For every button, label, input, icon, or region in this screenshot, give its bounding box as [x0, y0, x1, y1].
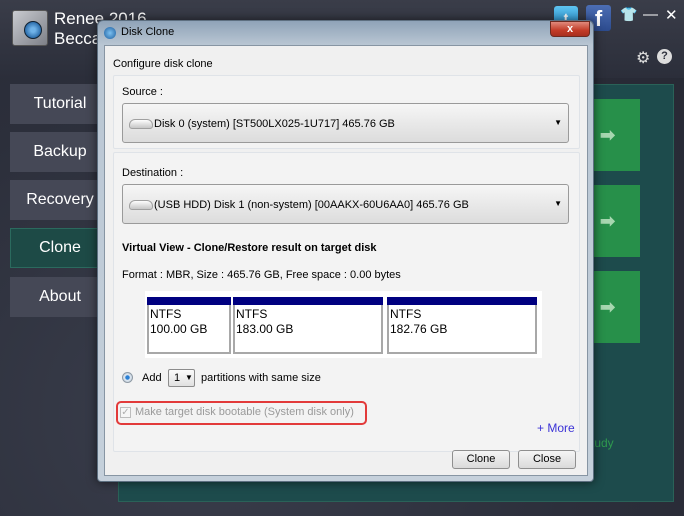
arrow-right-icon: ➡: [600, 125, 616, 145]
partition-block[interactable]: NTFS 183.00 GB: [233, 297, 383, 354]
partition-header-bar: [233, 297, 383, 305]
source-disk-select[interactable]: Disk 0 (system) [ST500LX025-1U717] 465.7…: [122, 103, 569, 143]
checkmark-icon: ✓: [121, 407, 130, 418]
sidebar-item-label: About: [39, 288, 81, 305]
sidebar-item-clone[interactable]: Clone: [10, 228, 110, 268]
partition-fs: NTFS: [236, 307, 268, 321]
partition-header-bar: [387, 297, 537, 305]
partition-fs: NTFS: [150, 307, 182, 321]
partition-size: 183.00 GB: [236, 322, 294, 336]
safe-dial-icon: [24, 21, 42, 39]
gear-icon: ⚙: [636, 50, 651, 67]
partition-map: NTFS 100.00 GB NTFS 183.00 GB NTFS 182.7…: [145, 291, 542, 358]
help-icon: ?: [661, 50, 668, 62]
sidebar-item-label: Backup: [33, 143, 87, 160]
skin-button[interactable]: 👕: [620, 6, 637, 23]
add-label: Add: [142, 372, 162, 384]
close-icon: ✕: [665, 7, 678, 24]
sidebar-item-recovery[interactable]: Recovery: [10, 180, 110, 220]
close-button[interactable]: Close: [518, 450, 576, 469]
bootable-checkbox[interactable]: ✓: [120, 407, 131, 418]
app-close-button[interactable]: ✕: [665, 6, 678, 24]
partition-header-bar: [147, 297, 231, 305]
sidebar-item-tutorial[interactable]: Tutorial: [10, 84, 110, 124]
virtual-view-title: Virtual View - Clone/Restore result on t…: [122, 242, 377, 254]
arrow-right-icon: ➡: [600, 211, 616, 231]
add-partitions-radio[interactable]: [122, 372, 133, 383]
partition-block[interactable]: NTFS 182.76 GB: [387, 297, 537, 354]
chevron-down-icon: ▼: [185, 373, 193, 382]
partition-fs: NTFS: [390, 307, 422, 321]
source-disk-value: Disk 0 (system) [ST500LX025-1U717] 465.7…: [154, 118, 395, 130]
chevron-down-icon: ▼: [554, 118, 562, 127]
sidebar-item-label: Recovery: [26, 191, 94, 208]
app-logo-icon: [12, 10, 48, 46]
sidebar-item-label: Clone: [39, 239, 81, 256]
partitions-same-size-label: partitions with same size: [201, 372, 321, 384]
partition-size: 182.76 GB: [390, 322, 448, 336]
clone-button[interactable]: Clone: [452, 450, 510, 469]
dialog-heading: Configure disk clone: [113, 58, 213, 70]
help-button[interactable]: ?: [657, 49, 672, 64]
target-disk-info: Format : MBR, Size : 465.76 GB, Free spa…: [122, 269, 401, 281]
partition-count-select[interactable]: 1 ▼: [168, 369, 195, 387]
dialog-app-icon: [104, 27, 116, 39]
partition-block[interactable]: NTFS 100.00 GB: [147, 297, 231, 354]
dialog-title: Disk Clone: [121, 26, 175, 38]
sidebar-item-label: Tutorial: [33, 95, 87, 112]
arrow-right-icon: ➡: [600, 297, 616, 317]
sidebar-item-backup[interactable]: Backup: [10, 132, 110, 172]
source-label: Source :: [122, 86, 163, 98]
destination-disk-value: (USB HDD) Disk 1 (non-system) [00AAKX-60…: [154, 199, 469, 211]
minimize-icon: —: [643, 6, 658, 23]
settings-button[interactable]: ⚙: [636, 48, 650, 68]
destination-label: Destination :: [122, 167, 184, 179]
facebook-icon: f: [594, 6, 603, 31]
dialog-close-button[interactable]: x: [550, 21, 590, 37]
dialog-body: Configure disk clone Source : Disk 0 (sy…: [104, 45, 588, 476]
chevron-down-icon: ▼: [554, 199, 562, 208]
disk-clone-dialog: Disk Clone x Configure disk clone Source…: [97, 20, 594, 482]
sidebar-item-about[interactable]: About: [10, 277, 110, 317]
minimize-button[interactable]: —: [643, 6, 658, 23]
destination-disk-select[interactable]: (USB HDD) Disk 1 (non-system) [00AAKX-60…: [122, 184, 569, 224]
more-options-link[interactable]: + More: [537, 421, 575, 435]
shirt-icon: 👕: [620, 6, 638, 22]
partition-count-value: 1: [174, 372, 181, 384]
close-icon: x: [566, 23, 574, 35]
hard-disk-icon: [129, 200, 153, 210]
hard-disk-icon: [129, 119, 153, 129]
partition-size: 100.00 GB: [150, 322, 208, 336]
bootable-label: Make target disk bootable (System disk o…: [135, 406, 354, 418]
